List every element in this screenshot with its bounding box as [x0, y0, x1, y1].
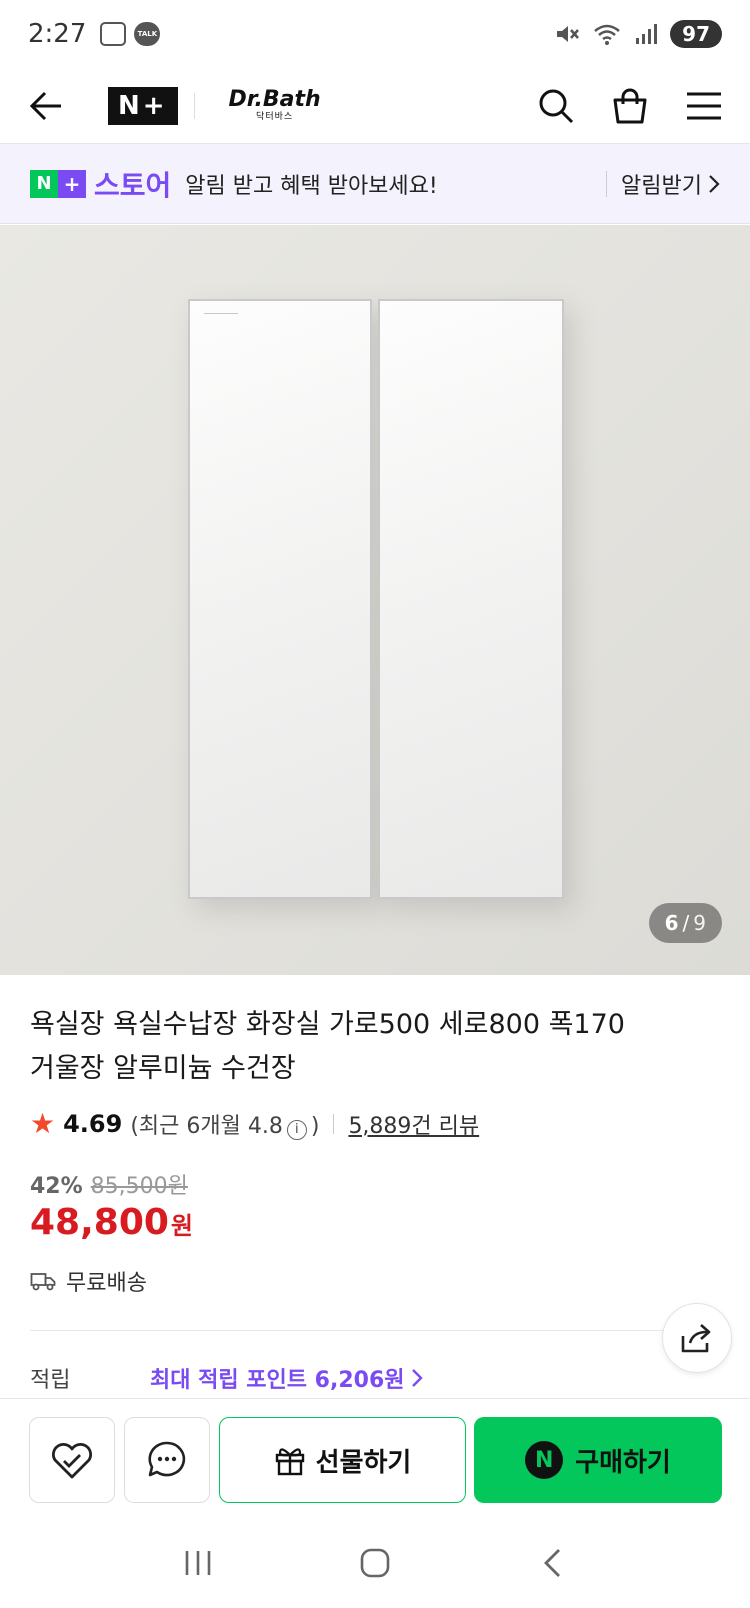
recent-rating-text: (최근 6개월 4.8: [130, 1114, 283, 1139]
chat-bubble-icon: [148, 1441, 186, 1477]
status-bar: 2:27 TALK 97: [0, 0, 750, 68]
info-icon: i: [286, 1119, 307, 1140]
cart-button[interactable]: [610, 86, 650, 126]
review-count-link[interactable]: 5,889건 리뷰: [348, 1108, 479, 1140]
sale-price-unit: 원: [170, 1212, 194, 1240]
nplus-badge: N +: [30, 169, 86, 198]
wishlist-button[interactable]: [29, 1417, 115, 1503]
talktalk-button[interactable]: [124, 1417, 210, 1503]
logo-divider: [193, 92, 195, 119]
subscribe-alerts-link[interactable]: 알림받기: [621, 168, 720, 200]
product-title-line-2: 거울장 알루미늄 수건장: [30, 1053, 296, 1084]
back-nav-icon: [543, 1549, 560, 1577]
buy-button[interactable]: N 구매하기: [474, 1417, 722, 1503]
menu-button[interactable]: [684, 86, 724, 126]
nplus-store-logo[interactable]: N+: [108, 86, 178, 125]
rating-value: 4.69: [63, 1110, 123, 1138]
status-time: 2:27: [28, 19, 87, 49]
gallery-current-page: 6: [664, 911, 679, 935]
header-actions: [536, 86, 724, 126]
screenshot-notification-icon: [100, 22, 127, 46]
promo-divider: [606, 170, 608, 197]
section-divider: [30, 1330, 720, 1331]
home-icon: [360, 1548, 390, 1578]
sale-price-value: 48,800: [30, 1202, 169, 1243]
promo-message: 알림 받고 혜택 받아보세요!: [185, 173, 438, 199]
menu-icon: [687, 92, 721, 119]
discount-rate: 42%: [30, 1174, 83, 1199]
rating-row: ★ 4.69 (최근 6개월 4.8 i) 5,889건 리뷰: [30, 1108, 479, 1140]
search-button[interactable]: [536, 86, 576, 126]
product-title-line-1: 욕실장 욕실수납장 화장실 가로500 세로800 폭170: [30, 1009, 625, 1040]
promo-store-label: 스토어: [94, 168, 172, 202]
mute-icon: [557, 26, 580, 42]
battery-indicator: 97: [670, 20, 722, 48]
truck-icon: [30, 1273, 56, 1291]
product-photo-cabinet: [188, 299, 564, 899]
brand-subname: 닥터바스: [256, 112, 294, 122]
share-button[interactable]: [662, 1303, 732, 1373]
gallery-page-indicator: 6 / 9: [648, 903, 722, 943]
purchase-action-bar: 선물하기 N 구매하기: [0, 1398, 750, 1518]
shipping-label: 무료배송: [66, 1271, 147, 1296]
recent-apps-icon: [186, 1551, 211, 1575]
rating-divider: [333, 1114, 335, 1134]
points-benefit-link[interactable]: 최대 적립 포인트 6,206원: [150, 1362, 423, 1394]
sale-price: 48,800 원: [30, 1202, 193, 1243]
star-icon: ★: [30, 1107, 56, 1140]
share-icon: [681, 1324, 711, 1353]
door-logo-mark: [204, 313, 238, 319]
points-value: 최대 적립 포인트 6,206원: [150, 1368, 405, 1393]
status-system-icons: 97: [554, 20, 722, 48]
brand-logo[interactable]: Dr.Bath 닥터바스: [229, 89, 321, 122]
naver-n-icon: N: [525, 1441, 564, 1479]
heart-icon: [51, 1442, 93, 1479]
product-image-gallery[interactable]: 6 / 9: [0, 225, 750, 975]
gallery-total-pages: 9: [693, 911, 706, 935]
gift-button-label: 선물하기: [315, 1447, 412, 1478]
chevron-right-icon: [411, 1369, 423, 1387]
badge-plus: +: [58, 169, 86, 198]
status-notification-icons: TALK: [100, 22, 161, 46]
gallery-separator: /: [682, 911, 690, 935]
cabinet-left-door: [188, 299, 372, 899]
brand-name: Dr.Bath: [228, 87, 321, 112]
buy-button-label: 구매하기: [575, 1447, 671, 1478]
points-row[interactable]: 적립 최대 적립 포인트 6,206원: [30, 1362, 423, 1394]
badge-n: N: [30, 169, 58, 198]
points-label: 적립: [30, 1368, 71, 1393]
recent-apps-button[interactable]: [168, 1533, 228, 1593]
search-icon: [539, 89, 574, 123]
cabinet-right-door: [378, 299, 564, 899]
subscribe-alerts-label: 알림받기: [621, 173, 702, 199]
product-title: 욕실장 욕실수납장 화장실 가로500 세로800 폭170 거울장 알루미늄 …: [30, 1003, 680, 1091]
shopping-bag-icon: [613, 88, 647, 123]
recent-rating-close: ): [310, 1114, 320, 1139]
gift-button[interactable]: 선물하기: [219, 1417, 466, 1503]
app-header: N+ Dr.Bath 닥터바스: [0, 68, 750, 144]
system-navigation-bar: [0, 1518, 750, 1608]
notification-promo-banner[interactable]: N + 스토어 알림 받고 혜택 받아보세요! 알림받기: [0, 144, 750, 224]
wifi-icon: [594, 24, 620, 45]
original-price: 85,500원: [90, 1174, 188, 1199]
back-nav-button[interactable]: [522, 1533, 582, 1593]
home-button[interactable]: [345, 1533, 405, 1593]
back-button[interactable]: [26, 86, 66, 126]
discount-row: 42% 85,500원: [30, 1168, 188, 1200]
shipping-info: 무료배송: [30, 1265, 147, 1297]
recent-rating[interactable]: (최근 6개월 4.8 i): [130, 1108, 319, 1140]
chevron-right-icon: [709, 174, 720, 193]
signal-icon: [636, 24, 658, 44]
gift-icon: [275, 1448, 304, 1476]
arrow-left-icon: [29, 91, 61, 120]
kakaotalk-notification-icon: TALK: [134, 22, 161, 46]
